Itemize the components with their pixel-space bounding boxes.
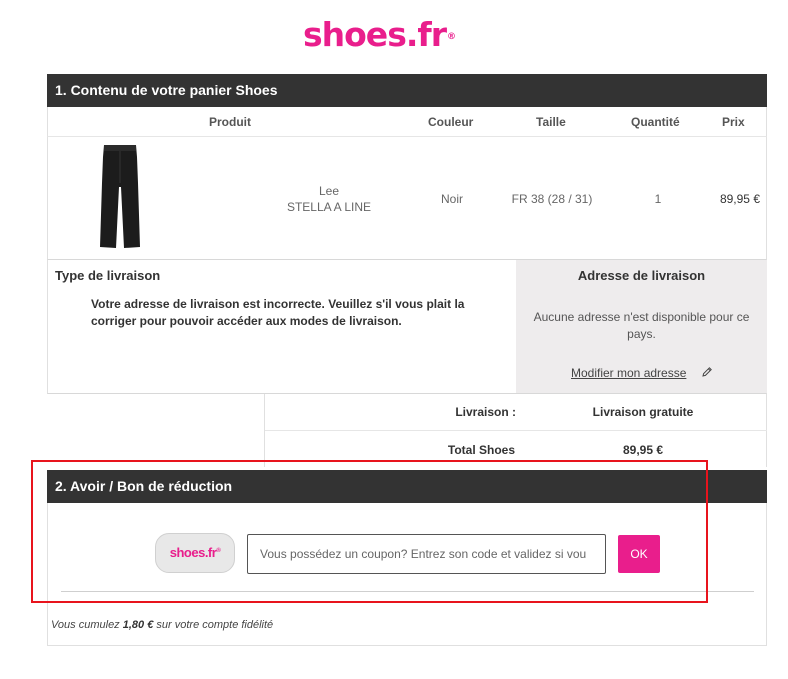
header-quantity: Quantité <box>631 115 680 129</box>
header-color: Couleur <box>428 115 474 129</box>
fidelity-amount: 1,80 € <box>122 619 154 631</box>
coupon-code-input[interactable] <box>247 534 606 574</box>
delivery-warning: Votre adresse de livraison est incorrect… <box>91 297 465 328</box>
product-color: Noir <box>440 192 463 206</box>
totals-block: Livraison : Livraison gratuite Total Sho… <box>264 394 767 467</box>
coupon-badge-mark: ® <box>216 548 221 554</box>
coupon-section-header: 2. Avoir / Bon de réduction <box>47 470 767 503</box>
coupon-section: shoes.fr® OK Vous cumulez 1,80 € sur vot… <box>47 503 767 646</box>
product-quantity: 1 <box>654 192 662 206</box>
shoes-logo[interactable]: shoes.fr® <box>303 15 456 54</box>
cart-section-header: 1. Contenu de votre panier Shoes <box>47 74 767 107</box>
logo-text: shoes <box>303 15 407 54</box>
delivery-cost-value: Livraison gratuite <box>592 405 694 419</box>
logo-registered-mark: ® <box>447 32 456 42</box>
product-name[interactable]: STELLA A LINE <box>254 199 404 215</box>
coupon-badge-text: shoes.fr <box>169 545 217 560</box>
cart-table-header: Produit Couleur Taille Quantité Prix <box>47 107 767 137</box>
divider <box>61 591 754 592</box>
delivery-cost-label: Livraison : <box>455 405 516 419</box>
product-size: FR 38 (28 / 31) <box>511 192 593 206</box>
fidelity-info: Vous cumulez 1,80 € sur votre compte fid… <box>51 619 273 631</box>
total-label: Total Shoes <box>447 443 515 457</box>
total-value: 89,95 € <box>622 443 664 457</box>
pencil-icon[interactable] <box>701 366 713 378</box>
delivery-address-box: Adresse de livraison Aucune adresse n'es… <box>516 260 767 393</box>
edit-address-link[interactable]: Modifier mon adresse <box>571 366 686 380</box>
product-price: 89,95 € <box>719 192 760 206</box>
logo-domain: .fr <box>405 15 447 54</box>
coupon-section-title: 2. Avoir / Bon de réduction <box>55 478 233 494</box>
product-image[interactable] <box>98 143 142 249</box>
cart-item-row: Lee STELLA A LINE Noir FR 38 (28 / 31) 1… <box>47 137 767 260</box>
delivery-address-title: Adresse de livraison <box>577 268 706 283</box>
product-brand: Lee <box>318 184 340 198</box>
coupon-brand-badge: shoes.fr® <box>155 533 235 573</box>
no-address-message: Aucune adresse n'est disponible pour ce … <box>533 310 750 341</box>
delivery-section: Type de livraison Votre adresse de livra… <box>47 260 767 394</box>
coupon-ok-button[interactable]: OK <box>618 535 660 573</box>
delivery-type-title: Type de livraison <box>55 268 161 283</box>
fidelity-suffix: sur votre compte fidélité <box>153 619 274 631</box>
delivery-cost-row: Livraison : Livraison gratuite <box>265 394 767 431</box>
header-price: Prix <box>722 115 745 129</box>
fidelity-prefix: Vous cumulez <box>51 619 123 631</box>
cart-section-title: 1. Contenu de votre panier Shoes <box>55 82 278 98</box>
header-product: Produit <box>209 115 251 129</box>
header-size: Taille <box>536 115 566 129</box>
